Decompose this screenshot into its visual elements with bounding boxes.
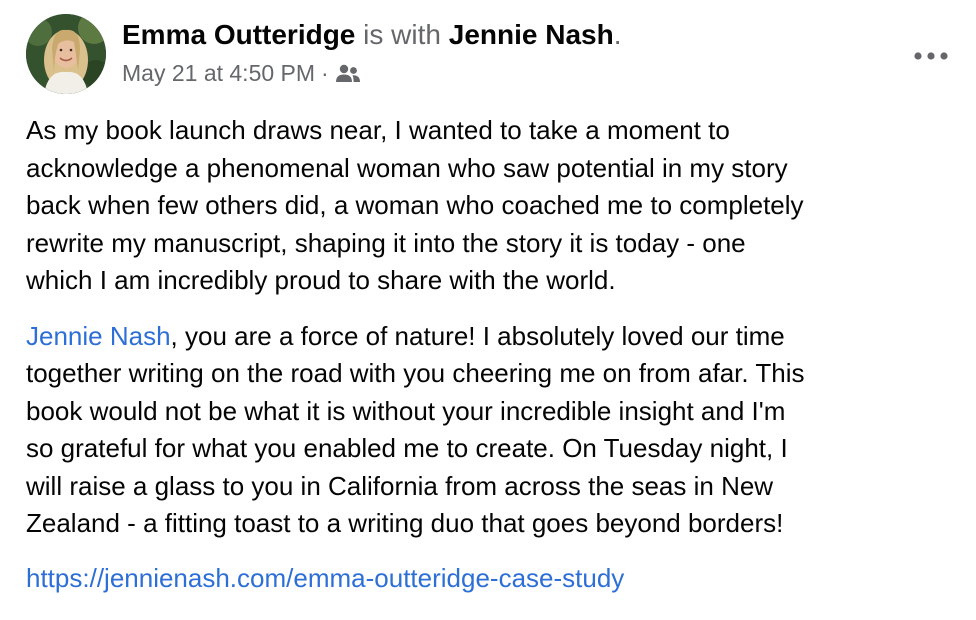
tagged-name-link[interactable]: Jennie Nash xyxy=(449,19,614,50)
post-paragraph-2-text: , you are a force of nature! I absolutel… xyxy=(26,320,805,539)
author-name-link[interactable]: Emma Outteridge xyxy=(122,19,355,50)
post-body: As my book launch draws near, I wanted t… xyxy=(26,112,966,561)
facebook-post: Emma Outteridge is with Jennie Nash. May… xyxy=(0,0,976,620)
author-avatar[interactable] xyxy=(26,14,106,94)
meta-separator: · xyxy=(321,60,329,86)
friends-icon[interactable] xyxy=(335,62,361,84)
with-text: is with xyxy=(363,19,441,50)
title-period: . xyxy=(613,19,622,50)
post-timestamp[interactable]: May 21 at 4:50 PM xyxy=(122,58,315,88)
post-url-line: https://jennienash.com/emma-outteridge-c… xyxy=(26,560,624,596)
post-paragraph-1: As my book launch draws near, I wanted t… xyxy=(26,115,804,295)
post-header: Emma Outteridge is with Jennie Nash. May… xyxy=(26,14,956,94)
case-study-link[interactable]: https://jennienash.com/emma-outteridge-c… xyxy=(26,563,624,593)
post-title-line: Emma Outteridge is with Jennie Nash. xyxy=(122,18,621,52)
post-paragraph-2: Jennie Nash, you are a force of nature! … xyxy=(26,318,966,543)
more-options-button[interactable] xyxy=(906,38,956,74)
mention-link[interactable]: Jennie Nash xyxy=(26,321,171,351)
more-options-icon xyxy=(914,52,948,60)
avatar-image xyxy=(26,14,106,94)
post-meta: May 21 at 4:50 PM · xyxy=(122,58,361,88)
